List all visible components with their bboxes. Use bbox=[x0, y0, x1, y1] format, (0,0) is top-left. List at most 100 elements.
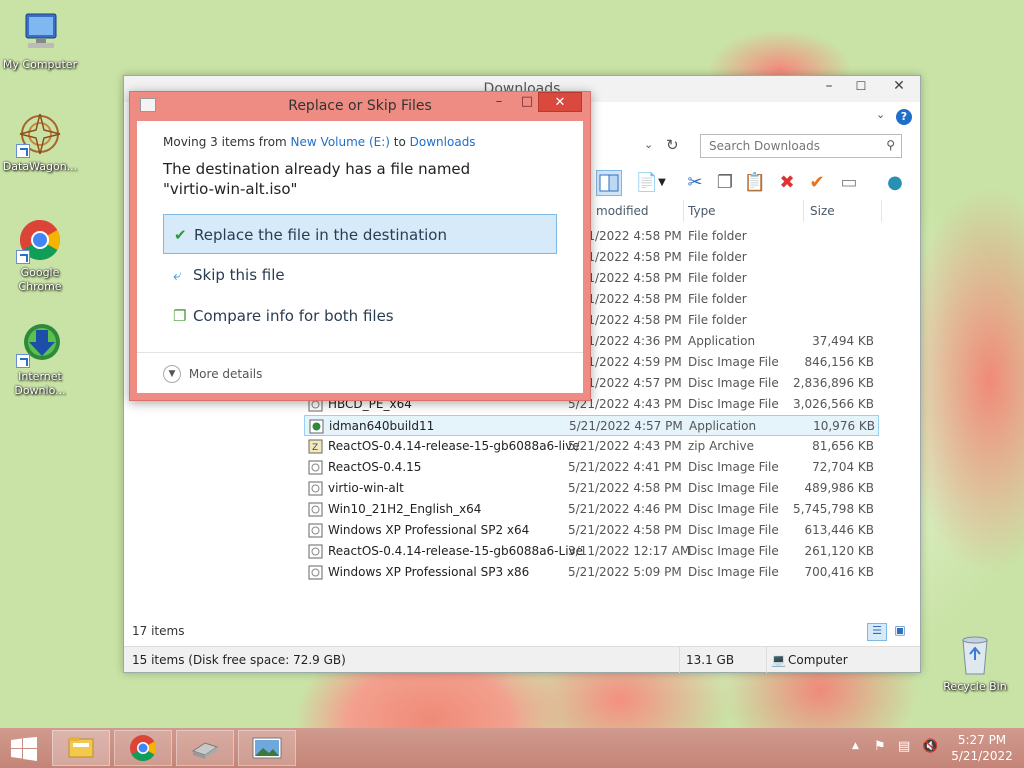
taskbar-photo-viewer[interactable] bbox=[238, 730, 296, 766]
conflict-filename: "virtio-win-alt.iso" bbox=[163, 180, 298, 198]
chrome-icon bbox=[130, 735, 157, 762]
file-type: File folder bbox=[688, 313, 747, 327]
copy-icon[interactable]: ❐ bbox=[712, 170, 738, 196]
dialog-divider bbox=[137, 352, 583, 353]
column-header-date[interactable]: modified bbox=[590, 200, 684, 222]
file-explorer-icon bbox=[68, 737, 94, 758]
file-type: File folder bbox=[688, 271, 747, 285]
file-name: ReactOS-0.4.14-release-15-gb6088a6-live bbox=[328, 439, 580, 453]
destination-link[interactable]: Downloads bbox=[410, 135, 476, 149]
compare-files-option[interactable]: ❐ Compare info for both files bbox=[163, 296, 557, 336]
taskbar-drive-tool[interactable] bbox=[176, 730, 234, 766]
file-name: Windows XP Professional SP2 x64 bbox=[328, 523, 530, 537]
photo-viewer-icon bbox=[252, 737, 282, 759]
show-hidden-icons-icon[interactable]: ▲ bbox=[852, 741, 859, 751]
file-type: Disc Image File bbox=[688, 544, 779, 558]
rename-icon[interactable]: ▭ bbox=[836, 170, 862, 196]
shortcut-arrow-icon bbox=[16, 250, 30, 264]
file-row[interactable]: Windows XP Professional SP2 x64 5/21/2022… bbox=[304, 520, 879, 541]
toolbar: 📄 ▼ ✂ ❐ 📋 ✖ ✔ ▭ ● bbox=[592, 168, 920, 198]
file-row[interactable]: virtio-win-alt 5/21/2022 4:58 PM Disc Imag… bbox=[304, 478, 879, 499]
refresh-icon[interactable]: ↻ bbox=[666, 136, 679, 154]
system-tray: ▲ ⚑ ▤ 🔇 5:27 PM 5/21/2022 bbox=[848, 728, 1024, 768]
file-type: File folder bbox=[688, 229, 747, 243]
details-view-icon[interactable]: ☰ bbox=[867, 623, 887, 641]
conflict-message: The destination already has a file named… bbox=[163, 159, 470, 199]
globe-icon[interactable]: ● bbox=[882, 170, 908, 196]
file-size: 5,745,798 KB bbox=[793, 502, 874, 516]
desktop-icon-recycle-bin[interactable]: Recycle Bin bbox=[935, 630, 1015, 694]
replace-file-option[interactable]: ✔ Replace the file in the destination bbox=[163, 214, 557, 254]
help-icon[interactable]: ? bbox=[896, 109, 912, 125]
large-icons-view-icon[interactable]: ▣ bbox=[890, 623, 910, 641]
skip-file-option[interactable]: ⤶ Skip this file bbox=[163, 255, 557, 295]
desktop-icon-my-computer[interactable]: My Computer bbox=[0, 8, 80, 72]
file-name: ReactOS-0.4.14-release-15-gb6088a6-Live bbox=[328, 544, 584, 558]
computer-small-icon: 💻 bbox=[766, 647, 786, 673]
dropdown-chevron-icon[interactable]: ▼ bbox=[656, 170, 668, 196]
source-link[interactable]: New Volume (E:) bbox=[291, 135, 390, 149]
desktop-icon-google-chrome[interactable]: Google Chrome bbox=[0, 216, 80, 294]
file-row[interactable]: Z ReactOS-0.4.14-release-15-gb6088a6-live… bbox=[304, 436, 879, 457]
address-dropdown-icon[interactable]: ⌄ bbox=[644, 138, 653, 151]
file-row[interactable]: idman640build11 5/21/2022 4:57 PM Applicat… bbox=[304, 415, 879, 436]
network-icon[interactable]: ▤ bbox=[898, 739, 910, 754]
expand-chevron-icon: ▼ bbox=[163, 364, 181, 383]
replace-option-label: Replace the file in the destination bbox=[194, 226, 447, 244]
taskbar-file-explorer[interactable] bbox=[52, 730, 110, 766]
shortcut-arrow-icon bbox=[16, 354, 30, 368]
volume-muted-icon[interactable]: 🔇 bbox=[922, 739, 938, 754]
file-row[interactable]: ReactOS-0.4.15 5/21/2022 4:41 PM Disc Imag… bbox=[304, 457, 879, 478]
skip-option-label: Skip this file bbox=[193, 266, 285, 284]
desktop-icon-internet-download-manager[interactable]: Internet Downlo... bbox=[0, 320, 80, 398]
column-header-type[interactable]: Type bbox=[682, 200, 804, 222]
maximize-button[interactable]: ☐ bbox=[846, 76, 876, 98]
dialog-maximize-button[interactable]: □ bbox=[514, 94, 540, 112]
file-row[interactable]: Win10_21H2_English_x64 5/21/2022 4:46 PM D… bbox=[304, 499, 879, 520]
preview-pane-icon[interactable] bbox=[596, 170, 622, 196]
start-button[interactable] bbox=[10, 737, 38, 761]
clock[interactable]: 5:27 PM 5/21/2022 bbox=[946, 732, 1018, 764]
application-icon bbox=[309, 419, 324, 434]
file-type: Disc Image File bbox=[688, 565, 779, 579]
paste-icon[interactable]: 📋 bbox=[742, 170, 768, 196]
desktop-icon-label: DataWagon... bbox=[2, 160, 78, 173]
taskbar-chrome[interactable] bbox=[114, 730, 172, 766]
expand-ribbon-chevron-icon[interactable]: ⌄ bbox=[876, 108, 885, 121]
delete-icon[interactable]: ✖ bbox=[774, 170, 800, 196]
conflict-message-line1: The destination already has a file named bbox=[163, 160, 471, 178]
windows-logo-icon bbox=[11, 737, 37, 761]
column-header-size[interactable]: Size bbox=[804, 200, 882, 222]
more-details-label: More details bbox=[188, 366, 263, 381]
file-type: File folder bbox=[688, 292, 747, 306]
file-size: 10,976 KB bbox=[813, 419, 875, 433]
clock-time: 5:27 PM bbox=[957, 733, 1007, 747]
more-details-toggle[interactable]: ▼ More details bbox=[163, 364, 262, 383]
desktop-icon-label: Recycle Bin bbox=[943, 680, 1007, 693]
dialog-close-button[interactable]: ✕ bbox=[538, 92, 582, 112]
dialog-minimize-button[interactable]: – bbox=[486, 94, 512, 112]
file-row[interactable]: ReactOS-0.4.14-release-15-gb6088a6-Live 3… bbox=[304, 541, 879, 562]
minimize-button[interactable]: – bbox=[814, 76, 844, 98]
svg-text:Z: Z bbox=[312, 443, 318, 453]
file-row[interactable]: Windows XP Professional SP3 x86 5/21/2022… bbox=[304, 562, 879, 583]
file-name: virtio-win-alt bbox=[328, 481, 404, 495]
close-button[interactable]: ✕ bbox=[878, 76, 920, 98]
file-type: Disc Image File bbox=[688, 376, 779, 390]
cut-icon[interactable]: ✂ bbox=[682, 170, 708, 196]
action-center-flag-icon[interactable]: ⚑ bbox=[874, 739, 886, 754]
compare-files-icon: ❐ bbox=[173, 307, 187, 325]
disc-image-icon bbox=[308, 481, 323, 496]
search-placeholder: Search Downloads bbox=[709, 139, 820, 153]
chrome-icon bbox=[16, 216, 64, 264]
file-type: Disc Image File bbox=[688, 523, 779, 537]
replace-or-skip-dialog: Replace or Skip Files – □ ✕ Moving 3 ite… bbox=[129, 91, 591, 401]
desktop-icon-datawagon[interactable]: DataWagon... bbox=[0, 110, 80, 174]
checkmark-icon[interactable]: ✔ bbox=[804, 170, 830, 196]
file-type: zip Archive bbox=[688, 439, 754, 453]
file-type: Disc Image File bbox=[688, 502, 779, 516]
disc-image-icon bbox=[308, 460, 323, 475]
search-input[interactable]: Search Downloads ⚲ bbox=[700, 134, 902, 158]
disc-image-icon bbox=[308, 523, 323, 538]
zip-archive-icon: Z bbox=[308, 439, 323, 454]
